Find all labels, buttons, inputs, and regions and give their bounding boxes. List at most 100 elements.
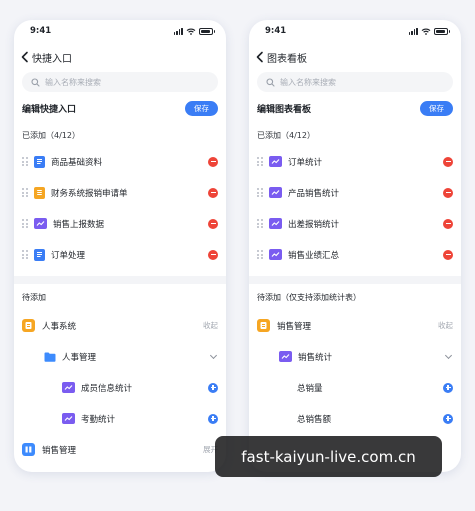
battery-icon <box>434 27 450 35</box>
edit-title: 编辑图表看板 <box>257 104 312 115</box>
chart-icon <box>34 218 47 229</box>
drag-handle-icon[interactable] <box>257 250 263 259</box>
drag-handle-icon[interactable] <box>257 157 263 166</box>
status-bar: 9:41 <box>14 20 226 42</box>
battery-icon <box>199 27 215 35</box>
tree-leaf-row[interactable]: 总销售额 <box>249 403 461 434</box>
remove-button[interactable] <box>443 187 453 198</box>
tree-leaf-label: 成员信息统计 <box>81 383 133 394</box>
chevron-down-icon[interactable] <box>209 351 218 359</box>
section-divider <box>14 276 226 284</box>
list-item[interactable]: 销售上报数据 <box>14 208 226 239</box>
page-title: 快捷入口 <box>32 53 72 65</box>
add-button[interactable] <box>208 382 218 393</box>
list-item-label: 产品销售统计 <box>288 188 340 199</box>
chart-icon <box>269 187 282 198</box>
edit-title: 编辑快捷入口 <box>22 104 77 115</box>
tree-system-row[interactable]: 销售管理 收起 <box>249 310 461 341</box>
search-bar[interactable] <box>22 72 218 92</box>
chart-icon <box>279 351 292 362</box>
add-button[interactable] <box>443 382 453 393</box>
drag-handle-icon[interactable] <box>22 188 28 197</box>
search-bar[interactable] <box>257 72 453 92</box>
tree-leaf-label: 总销售额 <box>297 414 332 425</box>
status-bar: 9:41 <box>249 20 461 42</box>
receipt-icon <box>34 186 45 199</box>
tree-system-row[interactable]: 销售管理 展开 <box>14 434 226 465</box>
tree-module-label: 人事管理 <box>62 352 97 363</box>
list-item-label: 销售业绩汇总 <box>288 250 340 261</box>
drag-handle-icon[interactable] <box>22 157 28 166</box>
document-icon <box>34 155 45 168</box>
tree-leaf-row[interactable]: 总销量 <box>249 372 461 403</box>
add-button[interactable] <box>208 413 218 424</box>
signal-icon <box>408 27 418 35</box>
chart-icon <box>62 382 75 393</box>
list-item[interactable]: 商品基础资料 <box>14 146 226 177</box>
back-chevron-icon[interactable] <box>255 51 265 63</box>
list-item-label: 订单处理 <box>51 250 86 261</box>
tree-leaf-row[interactable]: 成员信息统计 <box>14 372 226 403</box>
added-section-label: 已添加（4/12） <box>257 130 315 140</box>
drag-handle-icon[interactable] <box>22 219 28 228</box>
section-divider <box>249 276 461 284</box>
chart-icon <box>269 156 282 167</box>
chart-icon <box>269 249 282 260</box>
list-item[interactable]: 产品销售统计 <box>249 177 461 208</box>
list-item-label: 出差报销统计 <box>288 219 340 230</box>
drag-handle-icon[interactable] <box>257 219 263 228</box>
search-input[interactable] <box>280 77 420 87</box>
status-time: 9:41 <box>30 26 52 36</box>
remove-button[interactable] <box>208 249 218 260</box>
tree-module-row[interactable]: 人事管理 <box>14 341 226 372</box>
nav-bar: 快捷入口 <box>14 42 226 72</box>
list-item[interactable]: 订单统计 <box>249 146 461 177</box>
back-chevron-icon[interactable] <box>20 51 30 63</box>
list-item-label: 财务系统报销申请单 <box>51 188 128 199</box>
pending-section-label: 待添加 <box>22 292 46 302</box>
signal-icon <box>173 27 183 35</box>
save-button[interactable]: 保存 <box>420 100 453 116</box>
remove-button[interactable] <box>443 249 453 260</box>
search-icon <box>31 77 40 87</box>
added-section-label: 已添加（4/12） <box>22 130 80 140</box>
nav-bar: 图表看板 <box>249 42 461 72</box>
sales-icon <box>22 443 35 456</box>
tree-system-label: 销售管理 <box>42 445 77 456</box>
collapse-toggle[interactable]: 收起 <box>203 320 218 331</box>
remove-button[interactable] <box>208 187 218 198</box>
collapse-toggle[interactable]: 收起 <box>438 320 453 331</box>
tree-system-label: 销售管理 <box>277 321 312 332</box>
list-item[interactable]: 销售业绩汇总 <box>249 239 461 270</box>
drag-handle-icon[interactable] <box>22 250 28 259</box>
tree-module-label: 销售统计 <box>298 352 333 363</box>
shortcut-entry-screen: 9:41 快捷入口 编辑快捷入口 保存 已添加（4/12） 商品基础资料 财务系… <box>14 20 226 472</box>
page-title: 图表看板 <box>267 53 307 65</box>
remove-button[interactable] <box>208 218 218 229</box>
folder-icon <box>44 352 56 362</box>
watermark-banner: fast-kaiyun-live.com.cn <box>215 436 442 477</box>
list-item-label: 订单统计 <box>288 157 323 168</box>
list-item[interactable]: 订单处理 <box>14 239 226 270</box>
remove-button[interactable] <box>443 156 453 167</box>
tree-leaf-label: 总销量 <box>297 383 323 394</box>
chart-board-screen: 9:41 图表看板 编辑图表看板 保存 已添加（4/12） 订单统计 产品销售统… <box>249 20 461 472</box>
sales-icon <box>257 319 270 332</box>
edit-header: 编辑快捷入口 保存 <box>14 92 226 124</box>
tree-system-label: 人事系统 <box>42 321 77 332</box>
list-item[interactable]: 财务系统报销申请单 <box>14 177 226 208</box>
search-input[interactable] <box>45 77 185 87</box>
remove-button[interactable] <box>208 156 218 167</box>
tree-module-row[interactable]: 销售统计 <box>249 341 461 372</box>
tree-leaf-row[interactable]: 考勤统计 <box>14 403 226 434</box>
drag-handle-icon[interactable] <box>257 188 263 197</box>
save-button[interactable]: 保存 <box>185 100 218 116</box>
pending-section-label: 待添加（仅支持添加统计表） <box>257 292 361 302</box>
add-button[interactable] <box>443 413 453 424</box>
edit-header: 编辑图表看板 保存 <box>249 92 461 124</box>
tree-system-row[interactable]: 人事系统 收起 <box>14 310 226 341</box>
chevron-down-icon[interactable] <box>444 351 453 359</box>
remove-button[interactable] <box>443 218 453 229</box>
list-item[interactable]: 出差报销统计 <box>249 208 461 239</box>
status-time: 9:41 <box>265 26 287 36</box>
